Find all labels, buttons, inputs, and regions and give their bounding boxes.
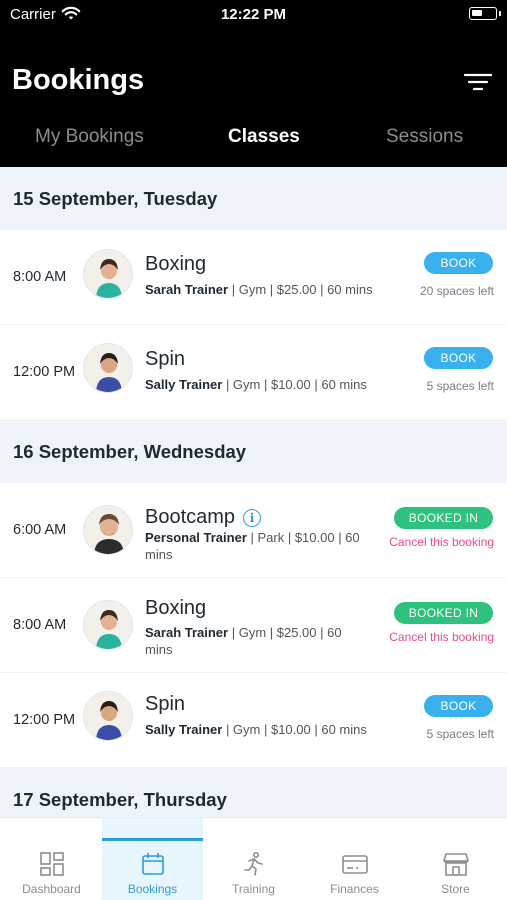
class-meta: Sally Trainer | Gym | $10.00 | 60 mins <box>145 721 385 738</box>
day-header: 16 September, Wednesday <box>0 420 507 483</box>
class-row[interactable]: 6:00 AM Bootcamp i Personal Trainer | Par… <box>0 483 507 578</box>
spaces-left: 20 spaces left <box>419 284 494 298</box>
tab-classes[interactable]: Classes <box>228 126 300 148</box>
filter-icon[interactable] <box>464 72 492 92</box>
day-header: 17 September, Thursday <box>0 768 507 817</box>
tab-bar-finances[interactable]: Finances <box>304 818 405 900</box>
class-details: | Gym | $25.00 | 60 mins <box>228 282 373 297</box>
trainer-avatar <box>83 249 133 299</box>
tab-bar-label: Bookings <box>127 882 178 896</box>
class-meta: Personal Trainer | Park | $10.00 | 60 mi… <box>145 529 367 563</box>
class-time: 12:00 PM <box>13 712 76 728</box>
tab-bar-training[interactable]: Training <box>203 818 304 900</box>
class-time: 12:00 PM <box>13 364 76 380</box>
page-title: Bookings <box>12 64 145 96</box>
bottom-tab-bar: Dashboard Bookings Training Finances Sto… <box>0 817 507 900</box>
class-name: Spin <box>145 348 186 370</box>
tab-sessions[interactable]: Sessions <box>386 126 463 148</box>
app-header: Carrier 12:22 PM Bookings My Bookings Cl… <box>0 0 507 167</box>
class-time: 6:00 AM <box>13 522 67 538</box>
class-meta: Sally Trainer | Gym | $10.00 | 60 mins <box>145 376 385 393</box>
trainer-name: Sally Trainer <box>145 377 223 392</box>
booked-in-badge: BOOKED IN <box>394 507 493 529</box>
class-meta: Sarah Trainer | Gym | $25.00 | 60 mins <box>145 624 367 658</box>
cancel-booking-link[interactable]: Cancel this booking <box>389 630 494 644</box>
store-icon <box>442 853 469 876</box>
class-name: Bootcamp i <box>145 506 262 529</box>
tab-bar-dashboard[interactable]: Dashboard <box>1 818 102 900</box>
tab-bar-label: Finances <box>330 882 379 896</box>
status-bar: Carrier 12:22 PM <box>0 0 507 30</box>
calendar-icon <box>141 853 164 875</box>
dashboard-icon <box>39 852 64 876</box>
info-icon[interactable]: i <box>243 508 262 527</box>
book-button[interactable]: BOOK <box>424 252 493 274</box>
tab-bar-store[interactable]: Store <box>405 818 506 900</box>
trainer-name: Personal Trainer <box>145 530 247 545</box>
spaces-left: 5 spaces left <box>426 727 494 741</box>
book-button[interactable]: BOOK <box>424 695 493 717</box>
trainer-name: Sally Trainer <box>145 722 223 737</box>
class-time: 8:00 AM <box>13 269 67 285</box>
running-person-icon <box>243 851 263 876</box>
tab-bar-label: Dashboard <box>22 882 81 896</box>
trainer-name: Sarah Trainer <box>145 282 229 297</box>
trainer-name: Sarah Trainer <box>145 625 229 640</box>
trainer-avatar <box>83 343 133 393</box>
class-name: Spin <box>145 693 186 715</box>
booked-in-badge: BOOKED IN <box>394 602 493 624</box>
day-header: 15 September, Tuesday <box>0 167 507 230</box>
spaces-left: 5 spaces left <box>426 379 494 393</box>
class-details: | Gym | $10.00 | 60 mins <box>222 722 367 737</box>
tab-bar-label: Store <box>441 882 470 896</box>
segment-tabs: My Bookings Classes Sessions <box>0 118 507 158</box>
book-button[interactable]: BOOK <box>424 347 493 369</box>
class-name: Boxing <box>145 597 207 619</box>
class-row[interactable]: 8:00 AM Boxing Sarah Trainer | Gym | $25… <box>0 578 507 673</box>
cancel-booking-link[interactable]: Cancel this booking <box>389 535 494 549</box>
class-row[interactable]: 12:00 PM Spin Sally Trainer | Gym | $10.… <box>0 673 507 768</box>
class-time: 8:00 AM <box>13 617 67 633</box>
tab-my-bookings[interactable]: My Bookings <box>35 126 144 148</box>
class-meta: Sarah Trainer | Gym | $25.00 | 60 mins <box>145 281 385 298</box>
clock: 12:22 PM <box>220 6 287 23</box>
class-row[interactable]: 8:00 AM Boxing Sarah Trainer | Gym | $25… <box>0 230 507 325</box>
tab-bar-bookings[interactable]: Bookings <box>102 818 203 900</box>
class-row[interactable]: 12:00 PM Spin Sally Trainer | Gym | $10.… <box>0 325 507 420</box>
class-name: Boxing <box>145 253 207 275</box>
trainer-avatar <box>83 600 133 650</box>
class-schedule-list[interactable]: 15 September, Tuesday 8:00 AM Boxing Sar… <box>0 167 507 817</box>
battery-icon <box>469 7 501 20</box>
class-details: | Gym | $10.00 | 60 mins <box>222 377 367 392</box>
trainer-avatar <box>83 505 133 555</box>
trainer-avatar <box>83 691 133 741</box>
tab-bar-label: Training <box>232 882 275 896</box>
credit-card-icon <box>341 855 368 874</box>
